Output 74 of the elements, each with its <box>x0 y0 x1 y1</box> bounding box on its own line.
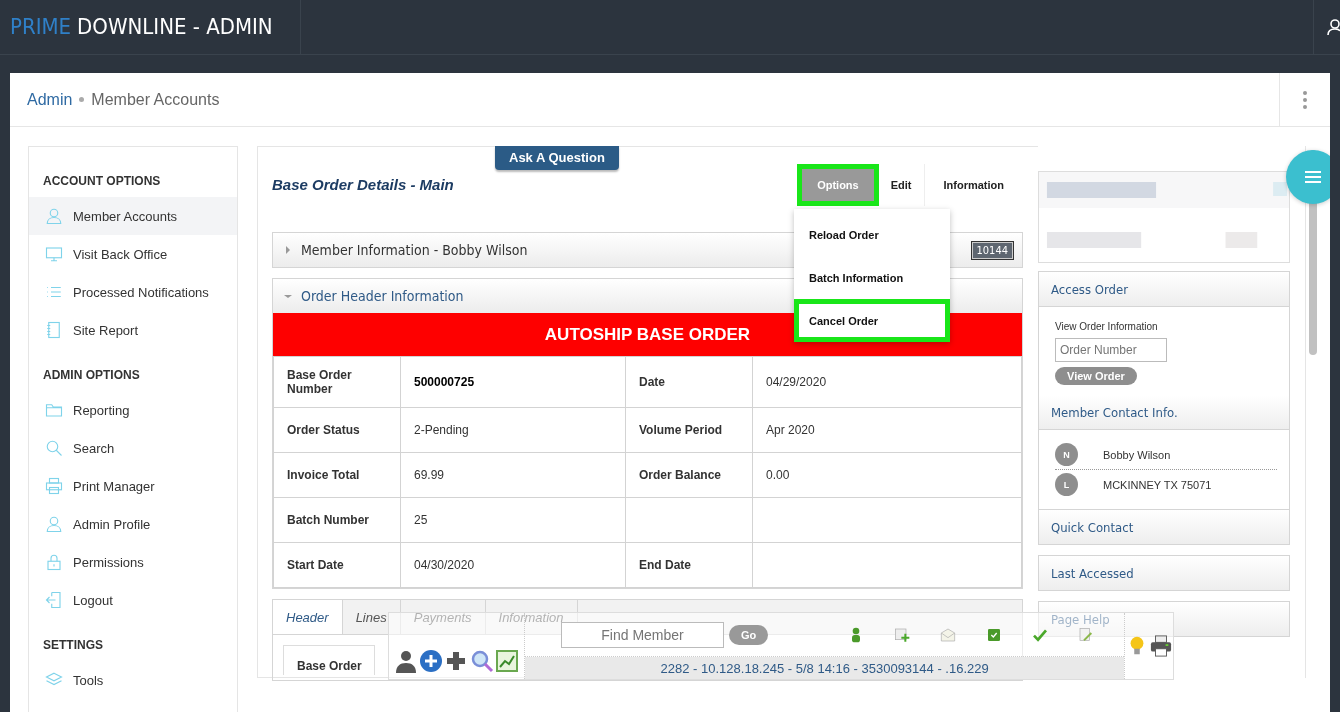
edit-document-icon[interactable] <box>1078 626 1095 643</box>
sidebar-item[interactable]: Admin Profile <box>29 505 237 543</box>
contact-text: MCKINNEY TX 75071 <box>1103 478 1212 491</box>
sidebar-item[interactable]: Search <box>29 429 237 467</box>
sidebar-item[interactable]: Logout <box>29 581 237 619</box>
caret-right-icon <box>283 245 293 255</box>
field-value: 500000725 <box>400 356 626 408</box>
folder-icon <box>45 401 63 419</box>
chart-icon[interactable] <box>495 649 520 673</box>
sidebar-item[interactable]: Processed Notifications <box>29 273 237 311</box>
sidebar-item[interactable]: Tools <box>29 661 237 699</box>
app-title: PRIME DOWNLINE - ADMIN <box>10 13 274 41</box>
tab[interactable]: Edit <box>878 164 924 206</box>
field-value: 04/29/2020 <box>752 356 1022 408</box>
search-icon[interactable] <box>469 649 494 673</box>
notebook-icon <box>45 321 63 339</box>
letter-badge: L <box>1055 473 1078 496</box>
sidebar-item[interactable]: Print Manager <box>29 467 237 505</box>
field-label: Invoice Total <box>273 452 401 498</box>
field-label: Order Status <box>273 407 401 453</box>
page-title: Base Order Details - Main <box>272 176 454 195</box>
find-member-field[interactable]: Find Member <box>561 621 724 648</box>
field-value: 04/30/2020 <box>400 542 626 588</box>
field-label: Order Balance <box>625 452 753 498</box>
field-value: 25 <box>400 497 626 543</box>
user-icon[interactable] <box>1326 18 1340 36</box>
field-label: Start Date <box>273 542 401 588</box>
menu-icon <box>1305 170 1321 184</box>
user-icon <box>45 515 63 533</box>
lock-icon <box>45 553 63 571</box>
field-label: Base Order <box>297 659 362 673</box>
menu-item[interactable]: Cancel Order <box>794 299 950 342</box>
add-document-icon[interactable] <box>894 626 911 643</box>
printer-icon[interactable] <box>1150 635 1173 657</box>
field-label: Date <box>625 356 753 408</box>
sidebar-item[interactable]: Visit Back Office <box>29 235 237 273</box>
field-value: 0.00 <box>752 452 1022 498</box>
accordion-title: Order Header Information <box>301 288 464 304</box>
field-value: 69.99 <box>400 452 626 498</box>
sidebar-item[interactable]: Site Report <box>29 311 237 349</box>
tab[interactable]: Lines <box>342 600 401 634</box>
sidebar-item[interactable]: Permissions <box>29 543 237 581</box>
section-heading: ADMIN OPTIONS <box>42 367 141 384</box>
more-icon[interactable] <box>1303 90 1307 109</box>
field-label: Batch Number <box>273 497 401 543</box>
search-icon <box>45 439 63 457</box>
section-heading: SETTINGS <box>42 637 104 654</box>
tab[interactable]: Header <box>273 600 343 634</box>
caption: View Order Information <box>1055 321 1159 332</box>
field-label: Volume Period <box>625 407 753 453</box>
add-circle-icon[interactable] <box>419 649 444 673</box>
field-label: End Date <box>625 542 753 588</box>
letter-badge: N <box>1055 443 1078 466</box>
person-icon[interactable] <box>393 649 418 673</box>
user-icon <box>45 207 63 225</box>
accordion-title: Member Information - Bobby Wilson <box>301 242 528 258</box>
tab[interactable]: Information <box>923 164 1023 206</box>
field-value: 2-Pending <box>400 407 626 453</box>
sidebar-item[interactable]: Reporting <box>29 391 237 429</box>
ask-question-button[interactable]: Ask A Question <box>495 146 619 170</box>
logout-icon <box>45 591 63 609</box>
field-label: Base Order Number <box>273 356 401 408</box>
menu-button[interactable] <box>1286 150 1330 204</box>
breadcrumb-link[interactable]: Admin <box>27 90 73 109</box>
panel-header[interactable]: Quick Contact <box>1039 509 1289 544</box>
field-value: Apr 2020 <box>752 407 1022 453</box>
id-badge: 10144 <box>970 240 1014 260</box>
sidebar-item[interactable]: Member Accounts <box>29 197 237 235</box>
breadcrumb-current: Member Accounts <box>91 90 220 109</box>
order-number-field[interactable]: Order Number <box>1055 338 1167 362</box>
printer-icon <box>45 477 63 495</box>
section-heading: ACCOUNT OPTIONS <box>42 173 162 190</box>
contact-text: Bobby Wilson <box>1103 448 1171 461</box>
monitor-icon <box>45 245 63 263</box>
